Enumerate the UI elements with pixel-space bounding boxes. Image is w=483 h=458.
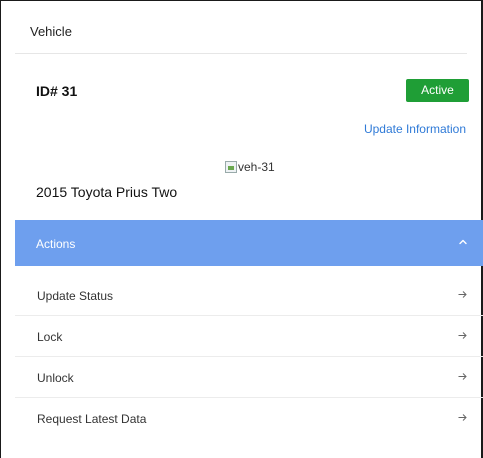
panel-title: Vehicle bbox=[30, 24, 72, 39]
status-badge: Active bbox=[406, 79, 469, 102]
action-label: Unlock bbox=[37, 371, 74, 385]
arrow-right-icon bbox=[458, 414, 467, 421]
arrow-right-icon bbox=[458, 373, 467, 380]
vehicle-id: ID# 31 bbox=[36, 83, 78, 99]
vehicle-image: veh-31 bbox=[225, 160, 275, 174]
actions-list: Update Status Lock Unlock Request Latest… bbox=[15, 275, 483, 439]
update-information-link[interactable]: Update Information bbox=[364, 122, 466, 136]
arrow-right-icon bbox=[458, 332, 467, 339]
action-label: Update Status bbox=[37, 289, 114, 303]
chevron-up-icon bbox=[459, 239, 467, 245]
action-update-status[interactable]: Update Status bbox=[15, 275, 483, 316]
panel-header: Vehicle bbox=[15, 1, 467, 54]
action-lock[interactable]: Lock bbox=[15, 316, 483, 357]
actions-accordion-header[interactable]: Actions bbox=[15, 220, 483, 266]
vehicle-name: 2015 Toyota Prius Two bbox=[36, 184, 178, 200]
arrow-right-icon bbox=[458, 291, 467, 298]
action-unlock[interactable]: Unlock bbox=[15, 357, 483, 398]
action-label: Request Latest Data bbox=[37, 412, 147, 426]
action-label: Lock bbox=[37, 330, 63, 344]
actions-title: Actions bbox=[36, 237, 76, 251]
action-request-latest-data[interactable]: Request Latest Data bbox=[15, 398, 483, 439]
broken-image-icon bbox=[225, 161, 237, 173]
vehicle-panel: Vehicle ID# 31 Active Update Information… bbox=[0, 0, 483, 458]
vehicle-image-alt: veh-31 bbox=[238, 160, 275, 174]
